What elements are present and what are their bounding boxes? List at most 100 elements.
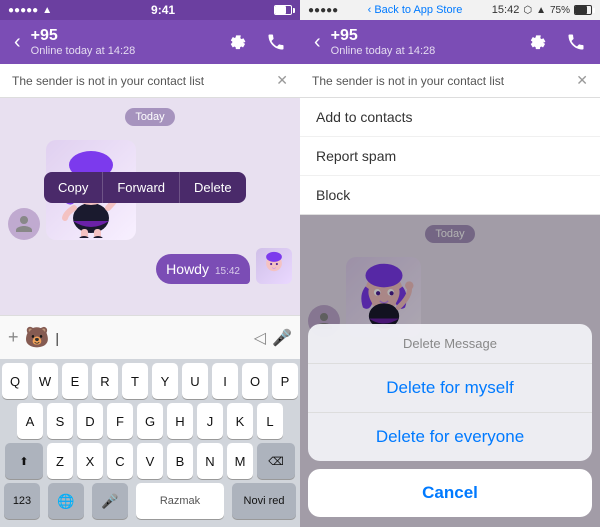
key-p[interactable]: P <box>272 363 298 399</box>
key-b[interactable]: B <box>167 443 193 479</box>
keyboard-row-2: A S D F G H J K L <box>2 403 298 439</box>
key-space[interactable]: Razmak <box>136 483 224 519</box>
battery-pct-text: 75% <box>550 5 570 16</box>
status-bar-left: ●●●●● ▲ 9:41 <box>0 0 300 20</box>
top-bar-right-content: ‹ Back to App Store <box>368 4 463 16</box>
report-spam-item[interactable]: Report spam <box>300 137 600 176</box>
call-icon-right[interactable] <box>562 28 590 56</box>
bluetooth-icon: ⬡ <box>523 5 532 16</box>
key-c[interactable]: C <box>107 443 133 479</box>
key-i[interactable]: I <box>212 363 238 399</box>
notification-bar-left: The sender is not in your contact list ✕ <box>0 64 300 98</box>
date-badge-left: Today <box>0 108 300 126</box>
chat-header-right: ‹ +95 Online today at 14:28 <box>300 20 600 64</box>
emoji-icon[interactable]: 🐻 <box>25 325 50 350</box>
key-w[interactable]: W <box>32 363 58 399</box>
ios-time-right: 15:42 <box>492 4 520 16</box>
key-s[interactable]: S <box>47 403 73 439</box>
notification-close-left[interactable]: ✕ <box>276 72 288 89</box>
keyboard-row-bottom: 123 🌐 🎤 Razmak Novi red <box>2 483 298 519</box>
key-e[interactable]: E <box>62 363 88 399</box>
key-k[interactable]: K <box>227 403 253 439</box>
settings-icon[interactable] <box>224 28 252 56</box>
key-q[interactable]: Q <box>2 363 28 399</box>
key-mic[interactable]: 🎤 <box>92 483 128 519</box>
notification-text-left: The sender is not in your contact list <box>12 74 204 88</box>
key-o[interactable]: O <box>242 363 268 399</box>
key-return[interactable]: Novi red <box>232 483 296 519</box>
status-bar-right: ●●●●● ‹ Back to App Store 15:42 ⬡ ▲ 75% <box>300 0 600 20</box>
input-bar: + 🐻 ◁ 🎤 <box>0 315 300 359</box>
back-to-store[interactable]: ‹ Back to App Store <box>368 4 463 16</box>
contact-name-right: +95 <box>331 27 518 45</box>
right-panel: ●●●●● ‹ Back to App Store 15:42 ⬡ ▲ 75% … <box>300 0 600 527</box>
add-icon[interactable]: + <box>8 327 19 348</box>
cancel-button-right[interactable]: Cancel <box>308 469 592 517</box>
ios-status-right: 15:42 ⬡ ▲ 75% <box>492 4 592 16</box>
action-sheet-group: Delete Message Delete for myself Delete … <box>308 324 592 461</box>
wifi-indicator: ▲ <box>42 5 52 16</box>
key-g[interactable]: G <box>137 403 163 439</box>
back-button-left[interactable]: ‹ <box>10 29 25 56</box>
delete-for-everyone-button[interactable]: Delete for everyone <box>308 413 592 461</box>
action-sheet: Delete Message Delete for myself Delete … <box>300 324 600 527</box>
ios-status-left: ●●●●● <box>308 5 338 16</box>
copy-button[interactable]: Copy <box>44 172 103 203</box>
notification-text-right: The sender is not in your contact list <box>312 74 504 88</box>
key-h[interactable]: H <box>167 403 193 439</box>
chat-area-right: Today <box>300 215 600 527</box>
sticker-icon[interactable]: ◁ <box>254 328 266 348</box>
key-a[interactable]: A <box>17 403 43 439</box>
avatar-left <box>8 208 40 240</box>
key-u[interactable]: U <box>182 363 208 399</box>
key-m[interactable]: M <box>227 443 253 479</box>
block-item[interactable]: Block <box>300 176 600 214</box>
message-input[interactable] <box>55 330 247 346</box>
battery-icon <box>274 5 292 15</box>
sticker-thumb <box>256 248 292 284</box>
call-icon[interactable] <box>262 28 290 56</box>
key-r[interactable]: R <box>92 363 118 399</box>
wifi-icon-right: ▲ <box>536 5 546 16</box>
delete-for-myself-button[interactable]: Delete for myself <box>308 364 592 413</box>
outgoing-bubble: Howdy 15:42 <box>156 254 250 284</box>
outgoing-time: 15:42 <box>215 266 240 277</box>
dropdown-menu: Add to contacts Report spam Block <box>300 98 600 215</box>
key-n[interactable]: N <box>197 443 223 479</box>
key-x[interactable]: X <box>77 443 103 479</box>
key-v[interactable]: V <box>137 443 163 479</box>
header-icons-left <box>224 28 290 56</box>
add-to-contacts-item[interactable]: Add to contacts <box>300 98 600 137</box>
settings-icon-right[interactable] <box>524 28 552 56</box>
key-j[interactable]: J <box>197 403 223 439</box>
key-numbers[interactable]: 123 <box>4 483 40 519</box>
key-d[interactable]: D <box>77 403 103 439</box>
status-time: 9:41 <box>151 3 175 17</box>
outgoing-text: Howdy <box>166 261 209 277</box>
contact-info-left: +95 Online today at 14:28 <box>31 27 218 57</box>
status-right <box>274 5 292 15</box>
keyboard-row-1: Q W E R T Y U I O P <box>2 363 298 399</box>
notification-bar-right: The sender is not in your contact list ✕ <box>300 64 600 98</box>
back-button-right[interactable]: ‹ <box>310 29 325 56</box>
key-t[interactable]: T <box>122 363 148 399</box>
keyboard: Q W E R T Y U I O P A S D F G H J K L ⬆ … <box>0 359 300 527</box>
key-shift[interactable]: ⬆ <box>5 443 43 479</box>
left-panel: ●●●●● ▲ 9:41 ‹ +95 Online today at 14:28 <box>0 0 300 527</box>
key-z[interactable]: Z <box>47 443 73 479</box>
notification-close-right[interactable]: ✕ <box>576 72 588 89</box>
key-backspace[interactable]: ⌫ <box>257 443 295 479</box>
key-l[interactable]: L <box>257 403 283 439</box>
mic-icon[interactable]: 🎤 <box>272 328 292 348</box>
forward-button[interactable]: Forward <box>103 172 180 203</box>
contact-status-left: Online today at 14:28 <box>31 45 218 57</box>
chat-area-left: Today <box>0 98 300 315</box>
action-sheet-title: Delete Message <box>308 324 592 364</box>
key-f[interactable]: F <box>107 403 133 439</box>
context-menu: Copy Forward Delete <box>44 172 246 203</box>
header-icons-right <box>524 28 590 56</box>
contact-info-right: +95 Online today at 14:28 <box>331 27 518 57</box>
key-globe[interactable]: 🌐 <box>48 483 84 519</box>
delete-button[interactable]: Delete <box>180 172 246 203</box>
key-y[interactable]: Y <box>152 363 178 399</box>
